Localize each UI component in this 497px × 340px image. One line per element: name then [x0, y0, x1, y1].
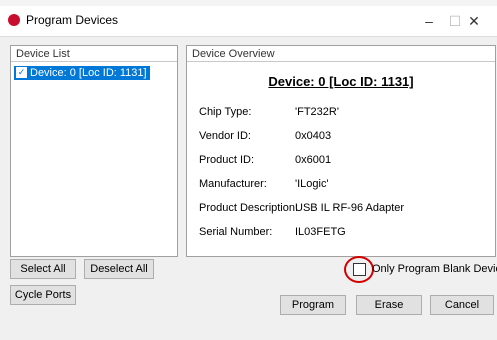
- erase-button[interactable]: Erase: [356, 295, 422, 315]
- cycle-ports-button[interactable]: Cycle Ports: [10, 285, 76, 305]
- cancel-button[interactable]: Cancel: [430, 295, 494, 315]
- program-button[interactable]: Program: [280, 295, 346, 315]
- device-checkbox[interactable]: ✓: [16, 67, 27, 78]
- field-value: 0x6001: [295, 154, 332, 166]
- field-label: Manufacturer:: [199, 178, 267, 190]
- field-value: USB IL RF-96 Adapter: [295, 202, 405, 214]
- select-all-button[interactable]: Select All: [10, 259, 76, 279]
- field-label: Product Description:: [199, 202, 299, 214]
- field-value: 'ILogic': [295, 178, 329, 190]
- field-label: Serial Number:: [199, 226, 273, 238]
- field-label: Product ID:: [199, 154, 255, 166]
- dialog-body: Device List ✓ Device: 0 [Loc ID: 1131] D…: [0, 36, 497, 340]
- title-bar[interactable]: Program Devices – ☐ ✕: [0, 6, 497, 36]
- annotation-circle: [344, 256, 374, 283]
- device-list-item-label: Device: 0 [Loc ID: 1131]: [30, 67, 147, 79]
- device-list-panel: Device List ✓ Device: 0 [Loc ID: 1131]: [10, 45, 178, 257]
- field-value: 'FT232R': [295, 106, 339, 118]
- only-blank-label[interactable]: Only Program Blank Devices: [372, 263, 497, 275]
- device-overview-panel: Device Overview Device: 0 [Loc ID: 1131]…: [186, 45, 496, 257]
- app-icon: [8, 14, 20, 26]
- window-title: Program Devices: [26, 13, 119, 27]
- field-label: Chip Type:: [199, 106, 252, 118]
- field-label: Vendor ID:: [199, 130, 251, 142]
- close-button[interactable]: ✕: [451, 6, 497, 36]
- device-overview-header: Device Overview: [187, 46, 495, 62]
- field-value: IL03FETG: [295, 226, 346, 238]
- field-value: 0x0403: [295, 130, 332, 142]
- device-list-item[interactable]: ✓ Device: 0 [Loc ID: 1131]: [14, 66, 150, 80]
- deselect-all-button[interactable]: Deselect All: [84, 259, 154, 279]
- device-overview-title: Device: 0 [Loc ID: 1131]: [268, 74, 414, 89]
- device-list-header: Device List: [11, 46, 177, 62]
